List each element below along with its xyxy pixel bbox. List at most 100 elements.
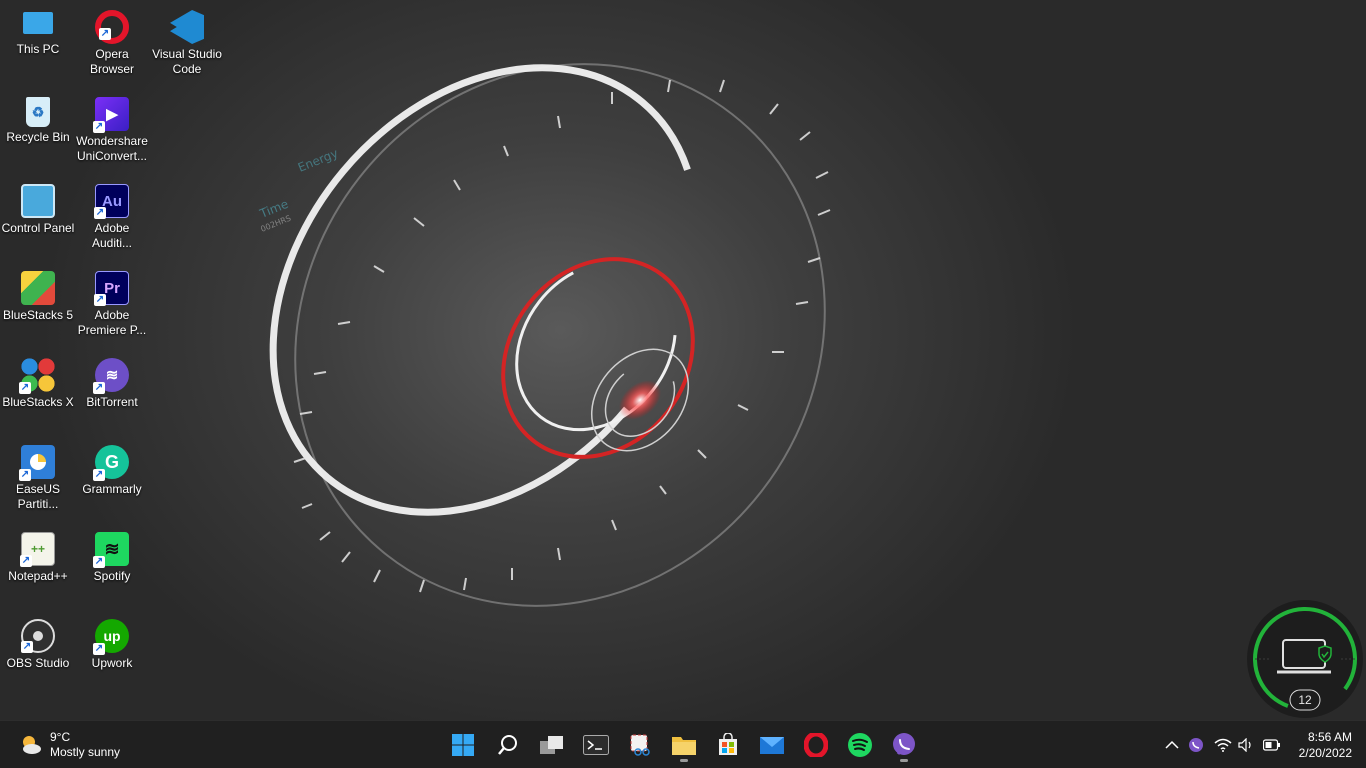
speaker-icon — [1238, 738, 1251, 752]
weather-widget[interactable]: 9°C Mostly sunny — [18, 729, 120, 761]
widget-count: 12 — [1298, 693, 1312, 707]
show-hidden-icons-button[interactable] — [1162, 735, 1182, 755]
desktop-icon-bittorrent[interactable]: ≋ ↗ BitTorrent — [74, 352, 150, 410]
start-button[interactable] — [445, 727, 481, 763]
desktop-icon-obs[interactable]: ↗ OBS Studio — [0, 613, 76, 671]
security-widget[interactable]: 12 — [1247, 600, 1363, 718]
folder-icon — [672, 737, 696, 755]
recycle-bin-icon: ♻ — [26, 97, 50, 127]
store-icon — [719, 733, 737, 755]
network-button[interactable] — [1213, 735, 1233, 755]
task-view-icon — [540, 736, 563, 754]
volume-button[interactable] — [1236, 735, 1256, 755]
easeus-icon: ↗ — [19, 445, 55, 481]
desktop-icon-label: BlueStacks X — [2, 395, 74, 409]
desktop-icon-recycle-bin[interactable]: ♻ Recycle Bin — [0, 91, 76, 145]
desktop-icon-audition[interactable]: Au ↗ Adobe Auditi... — [74, 178, 150, 251]
clock[interactable]: 8:56 AM 2/20/2022 — [1299, 729, 1352, 761]
bluestacks-x-icon: ↗ — [19, 358, 55, 394]
upwork-icon: up ↗ — [93, 619, 129, 655]
obs-icon: ↗ — [21, 619, 55, 653]
viber-icon — [1189, 738, 1203, 752]
desktop-icon-this-pc[interactable]: This PC — [0, 4, 76, 57]
desktop-icon-bluestacks-5[interactable]: BlueStacks 5 — [0, 265, 76, 323]
spotify-icon — [848, 733, 872, 757]
desktop-wallpaper: Energy Time 002HRS — [257, 63, 831, 607]
audition-icon: Au ↗ — [94, 184, 129, 219]
desktop-icon-label: Grammarly — [82, 482, 142, 496]
mail-icon — [760, 737, 784, 754]
desktop-icon-label: EaseUS Partiti... — [15, 482, 61, 511]
desktop-icon-label: This PC — [16, 42, 60, 56]
grammarly-icon: G ↗ — [93, 445, 129, 481]
tray-viber[interactable] — [1186, 735, 1206, 755]
clock-time: 8:56 AM — [1307, 730, 1352, 744]
desktop-icon-label: Recycle Bin — [6, 130, 70, 144]
desktop-icon-label: Upwork — [91, 656, 133, 670]
mail-button[interactable] — [754, 727, 790, 763]
premiere-icon: Pr ↗ — [94, 271, 129, 306]
desktop-icon-notepadpp[interactable]: ++ ↗ Notepad++ — [0, 526, 76, 584]
search-icon — [498, 735, 517, 755]
terminal-icon — [583, 735, 609, 755]
terminal-button[interactable] — [578, 727, 614, 763]
weather-desc: Mostly sunny — [50, 745, 121, 759]
desktop-icon-label: Wondershare UniConvert... — [76, 134, 148, 163]
desktop-icon-label: BlueStacks 5 — [2, 308, 74, 322]
viber-icon — [893, 733, 915, 755]
snipping-tool-icon — [630, 734, 650, 756]
opera-icon — [804, 733, 828, 757]
battery-icon — [1263, 739, 1280, 751]
bluestacks-icon — [21, 271, 55, 305]
monitor-icon — [23, 12, 53, 34]
bittorrent-icon: ≋ ↗ — [93, 358, 129, 394]
uniconverter-icon: ▶ ↗ — [93, 97, 129, 133]
file-explorer-button[interactable] — [666, 727, 702, 763]
running-indicator — [680, 759, 688, 762]
wallpaper-label-energy: Energy — [296, 146, 340, 175]
desktop-icon-label: Adobe Auditi... — [91, 221, 133, 250]
taskbar: 9°C Mostly sunny 8:56 AM 2/20/2022 — [0, 720, 1366, 768]
battery-button[interactable] — [1262, 735, 1282, 755]
desktop-icon-vscode[interactable]: Visual Studio Code — [149, 4, 225, 77]
viber-button[interactable] — [886, 727, 922, 763]
desktop-icon-label: Adobe Premiere P... — [77, 308, 147, 337]
snipping-tool-button[interactable] — [622, 727, 658, 763]
security-ring: 12 — [1253, 607, 1357, 711]
task-view-button[interactable] — [534, 727, 570, 763]
desktop-icon-easeus[interactable]: ↗ EaseUS Partiti... — [0, 439, 76, 512]
desktop-icon-bluestacks-x[interactable]: ↗ BlueStacks X — [0, 352, 76, 410]
desktop-icon-label: OBS Studio — [6, 656, 70, 670]
vscode-icon — [170, 10, 204, 44]
desktop-icon-upwork[interactable]: up ↗ Upwork — [74, 613, 150, 671]
weather-temp: 9°C — [50, 730, 71, 744]
notepadpp-icon: ++ ↗ — [20, 532, 55, 567]
opera-button[interactable] — [798, 727, 834, 763]
desktop-icon-premiere[interactable]: Pr ↗ Adobe Premiere P... — [74, 265, 150, 338]
chevron-up-icon — [1165, 740, 1179, 749]
shield-check-icon — [1318, 645, 1332, 663]
desktop-icon-control-panel[interactable]: Control Panel — [0, 178, 76, 236]
desktop-icon-label: Visual Studio Code — [152, 47, 222, 76]
control-panel-icon — [21, 184, 55, 218]
desktop-icon-grammarly[interactable]: G ↗ Grammarly — [74, 439, 150, 497]
running-indicator — [900, 759, 908, 762]
desktop-icon-label: Notepad++ — [8, 569, 68, 583]
windows-icon — [452, 734, 474, 756]
wifi-icon — [1214, 738, 1232, 752]
microsoft-store-button[interactable] — [710, 727, 746, 763]
search-button[interactable] — [490, 727, 526, 763]
clock-date: 2/20/2022 — [1298, 746, 1352, 760]
desktop-icon-label: Spotify — [93, 569, 131, 583]
premiere-glyph: Pr — [104, 279, 120, 297]
desktop-icon-label: Opera Browser — [89, 47, 134, 76]
desktop-icon-opera[interactable]: ↗ Opera Browser — [74, 4, 150, 77]
desktop-icon-label: BitTorrent — [86, 395, 138, 409]
partly-sunny-icon — [23, 736, 41, 754]
spotify-icon: ≋ ↗ — [93, 532, 129, 568]
desktop-icon-uniconverter[interactable]: ▶ ↗ Wondershare UniConvert... — [74, 91, 150, 164]
desktop-icon-spotify[interactable]: ≋ ↗ Spotify — [74, 526, 150, 584]
opera-icon: ↗ — [95, 10, 129, 44]
desktop-icon-label: Control Panel — [1, 221, 75, 235]
spotify-button[interactable] — [842, 727, 878, 763]
